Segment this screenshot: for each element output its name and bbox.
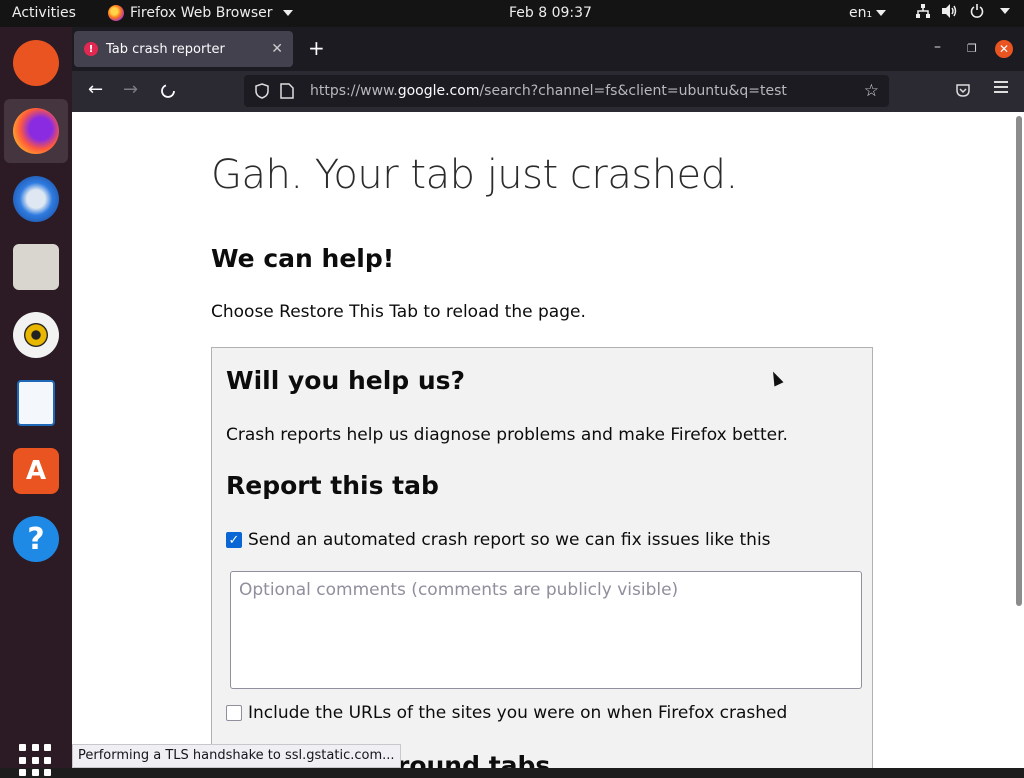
maximize-button[interactable]: ❐ (967, 42, 977, 55)
tab-strip: ! Tab crash reporter ✕ + – ❐ ✕ (72, 27, 1024, 71)
app-menu[interactable]: Firefox Web Browser (108, 5, 293, 21)
network-icon (916, 4, 930, 18)
rhythmbox-icon (13, 312, 59, 358)
restore-instructions: Choose Restore This Tab to reload the pa… (211, 302, 586, 322)
system-tray[interactable] (916, 4, 1010, 18)
pocket-icon[interactable] (955, 82, 971, 98)
include-urls-checkbox[interactable] (226, 705, 242, 721)
page-title: Gah. Your tab just crashed. (211, 152, 738, 198)
clock[interactable]: Feb 8 09:37 (509, 5, 592, 21)
dock-software[interactable]: A (4, 439, 68, 503)
show-apps-icon[interactable] (19, 744, 53, 778)
back-button[interactable]: ← (88, 80, 103, 100)
dock-firefox[interactable] (4, 99, 68, 163)
send-report-label: Send an automated crash report so we can… (248, 530, 771, 550)
browser-window: ! Tab crash reporter ✕ + – ❐ ✕ ← → https… (72, 27, 1024, 768)
dock: A ? (0, 27, 72, 777)
thunderbird-icon (13, 176, 59, 222)
help-icon: ? (13, 516, 59, 562)
error-icon: ! (84, 42, 98, 56)
top-bar: Activities Firefox Web Browser Feb 8 09:… (0, 0, 1024, 27)
app-menu-label: Firefox Web Browser (130, 5, 273, 21)
menu-icon[interactable] (994, 81, 1008, 96)
new-tab-button[interactable]: + (308, 37, 325, 59)
dock-ubuntu[interactable] (4, 31, 68, 95)
dock-writer[interactable] (4, 371, 68, 435)
dock-thunderbird[interactable] (4, 167, 68, 231)
shield-icon[interactable] (254, 83, 270, 99)
tab-crash-reporter[interactable]: ! Tab crash reporter ✕ (74, 31, 293, 67)
dock-files[interactable] (4, 235, 68, 299)
volume-icon (942, 4, 957, 18)
report-tab-heading: Report this tab (226, 471, 439, 500)
window-close-button[interactable]: ✕ (995, 40, 1013, 58)
url-text: https://www.google.com/search?channel=fs… (310, 83, 864, 99)
chevron-down-icon (1000, 8, 1010, 14)
close-tab-icon[interactable]: ✕ (271, 41, 283, 57)
firefox-icon (13, 108, 59, 154)
firefox-icon (108, 5, 124, 21)
status-bar: Performing a TLS handshake to ssl.gstati… (72, 744, 401, 768)
minimize-button[interactable]: – (934, 39, 941, 55)
language-label: en₁ (849, 5, 873, 21)
url-host: google.com (397, 83, 480, 99)
nav-bar: ← → https://www.google.com/search?channe… (72, 71, 1024, 112)
send-report-checkbox[interactable]: ✓ (226, 532, 242, 548)
include-urls-label: Include the URLs of the sites you were o… (248, 703, 788, 723)
power-icon (970, 4, 984, 18)
url-path: /search?channel=fs&client=ubuntu&q=test (479, 83, 787, 99)
scrollbar[interactable] (1016, 116, 1022, 606)
help-us-heading: Will you help us? (226, 366, 466, 395)
page-info-icon[interactable] (280, 83, 294, 99)
libreoffice-writer-icon (17, 380, 55, 426)
stop-loading-icon[interactable] (160, 83, 176, 99)
comments-field[interactable] (230, 571, 862, 689)
chevron-down-icon (282, 10, 293, 16)
software-store-icon: A (13, 448, 59, 494)
send-report-option[interactable]: ✓ Send an automated crash report so we c… (226, 530, 771, 550)
forward-button[interactable]: → (123, 80, 138, 100)
bookmark-star-icon[interactable]: ☆ (864, 81, 879, 101)
page-content: Gah. Your tab just crashed. We can help!… (72, 112, 1024, 768)
ubuntu-logo-icon (13, 40, 59, 86)
help-heading: We can help! (211, 244, 395, 273)
url-prefix: https://www. (310, 83, 398, 99)
url-bar[interactable]: https://www.google.com/search?channel=fs… (244, 75, 889, 107)
dock-rhythmbox[interactable] (4, 303, 68, 367)
tab-title: Tab crash reporter (106, 41, 225, 57)
crash-report-description: Crash reports help us diagnose problems … (226, 425, 788, 445)
language-indicator[interactable]: en₁ (849, 5, 887, 21)
files-icon (13, 244, 59, 290)
background-tabs-heading: round tabs (397, 751, 551, 768)
crash-report-panel: Will you help us? Crash reports help us … (211, 347, 873, 768)
include-urls-option[interactable]: Include the URLs of the sites you were o… (226, 703, 787, 723)
dock-help[interactable]: ? (4, 507, 68, 571)
activities-button[interactable]: Activities (12, 5, 76, 21)
chevron-down-icon (876, 10, 887, 16)
